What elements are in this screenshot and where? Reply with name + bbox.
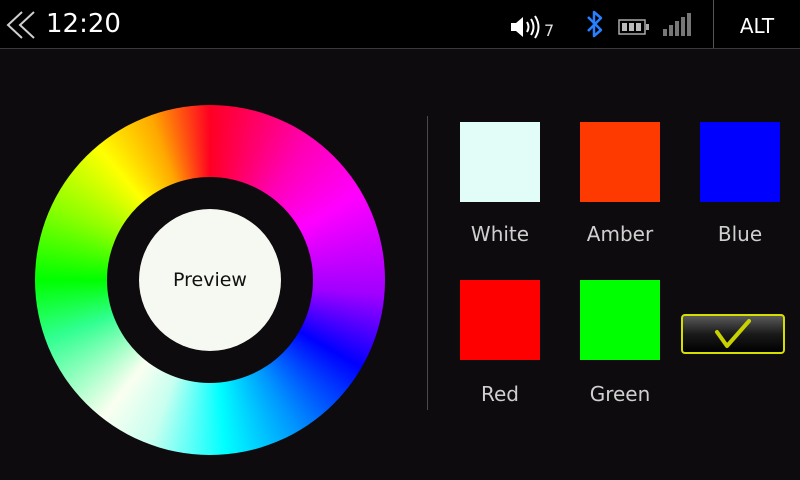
swatch-label-amber: Amber <box>586 222 654 246</box>
swatch-blue[interactable] <box>700 122 780 202</box>
alt-button[interactable]: ALT <box>714 0 800 48</box>
swatch-white[interactable] <box>460 122 540 202</box>
color-wheel-center: Preview <box>107 177 313 383</box>
bluetooth-icon <box>585 9 605 43</box>
status-bar: 12:20 7 ALT <box>0 0 800 49</box>
swatch-green[interactable] <box>580 280 660 360</box>
swatch-amber[interactable] <box>580 122 660 202</box>
swatch-label-blue: Blue <box>717 222 763 246</box>
swatch-red[interactable] <box>460 280 540 360</box>
color-wheel[interactable]: Preview <box>35 105 385 455</box>
speaker-icon[interactable] <box>510 15 542 43</box>
panel-divider <box>427 116 428 410</box>
clock: 12:20 <box>46 9 121 39</box>
color-preview: Preview <box>139 209 281 351</box>
battery-icon <box>618 19 650 39</box>
swatch-label-green: Green <box>589 382 651 406</box>
volume-level: 7 <box>544 21 555 40</box>
swatch-label-red: Red <box>481 382 519 406</box>
signal-icon <box>662 13 692 41</box>
confirm-button[interactable] <box>681 314 785 354</box>
swatch-label-white: White <box>470 222 530 246</box>
back-chevron-icon[interactable] <box>4 10 42 40</box>
